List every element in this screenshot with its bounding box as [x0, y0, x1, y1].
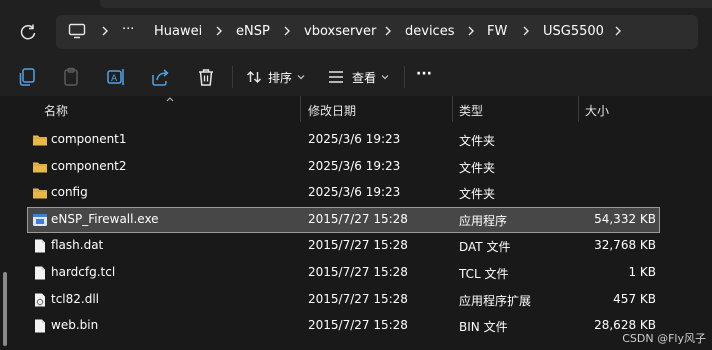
chevron-right-icon: [102, 26, 108, 36]
chevron-right-icon[interactable]: [612, 25, 624, 37]
breadcrumb-ensp[interactable]: eNSP: [236, 24, 270, 39]
column-divider[interactable]: [452, 96, 453, 122]
more-options-button[interactable]: ···: [416, 66, 432, 82]
file-type: TCL 文件: [459, 267, 509, 281]
column-divider[interactable]: [300, 96, 301, 122]
sort-ascending-icon: [166, 97, 174, 102]
file-size: 32,768 KB: [594, 238, 656, 252]
breadcrumb-usg5500[interactable]: USG5500: [543, 24, 604, 39]
view-label: 查看: [352, 71, 377, 85]
sort-button[interactable]: 排序: [244, 58, 308, 96]
chevron-right-icon: [284, 26, 290, 36]
file-date: 2015/7/27 15:28: [308, 238, 408, 252]
file-type: BIN 文件: [459, 320, 508, 334]
file-name: web.bin: [51, 318, 99, 332]
file-size: 457 KB: [613, 292, 656, 306]
file-name: component2: [51, 159, 127, 173]
breadcrumb-vboxserver[interactable]: vboxserver: [304, 24, 376, 39]
file-name: config: [51, 185, 88, 199]
file-date: 2025/3/6 19:23: [308, 159, 401, 173]
exe-icon: [33, 214, 47, 226]
file-type: 应用程序扩展: [459, 294, 532, 308]
file-date: 2015/7/27 15:28: [308, 212, 408, 226]
column-divider[interactable]: [578, 96, 579, 122]
toolbar-divider: [232, 66, 233, 88]
file-size: 54,332 KB: [594, 212, 656, 226]
column-name[interactable]: 名称: [44, 102, 68, 119]
list-item[interactable]: component1 2025/3/6 19:23 文件夹: [28, 128, 659, 152]
chevron-right-icon: [385, 26, 391, 36]
list-item[interactable]: config 2025/3/6 19:23 文件夹: [28, 181, 659, 205]
file-type: 文件夹: [459, 134, 496, 148]
file-date: 2015/7/27 15:28: [308, 292, 408, 306]
watermark: CSDN @Fly风子: [622, 332, 706, 345]
column-date[interactable]: 修改日期: [308, 102, 356, 119]
file-type: 文件夹: [459, 187, 496, 201]
title-area: ··· Huawei eNSP vboxserver devices FW US…: [0, 0, 712, 58]
file-size: 1 KB: [628, 265, 656, 279]
dll-icon: [35, 293, 45, 307]
scrollbar[interactable]: [3, 272, 7, 346]
overflow-crumbs[interactable]: ···: [122, 22, 134, 37]
file-name: hardcfg.tcl: [51, 265, 116, 279]
toolbar-divider: [404, 66, 405, 88]
file-name: tcl82.dll: [51, 292, 100, 306]
paste-icon[interactable]: [60, 66, 82, 88]
title-strip: [100, 0, 712, 8]
svg-text:A: A: [111, 74, 118, 84]
chevron-down-icon: [381, 75, 389, 80]
file-type: 文件夹: [459, 161, 496, 175]
list-item[interactable]: hardcfg.tcl 2015/7/27 15:28 TCL 文件 1 KB: [28, 261, 659, 285]
view-icon: [329, 71, 343, 83]
breadcrumb-devices[interactable]: devices: [405, 24, 454, 39]
chevron-right-icon: [216, 26, 222, 36]
column-type[interactable]: 类型: [459, 102, 483, 119]
chevron-right-icon: [523, 26, 529, 36]
file-type: 应用程序: [459, 214, 508, 228]
file-date: 2015/7/27 15:28: [308, 265, 408, 279]
file-icon: [35, 266, 45, 280]
list-item-selected[interactable]: eNSP_Firewall.exe 2015/7/27 15:28 应用程序 5…: [27, 207, 660, 233]
file-date: 2025/3/6 19:23: [308, 132, 401, 146]
list-item[interactable]: component2 2025/3/6 19:23 文件夹: [28, 155, 659, 179]
copy-icon[interactable]: [16, 66, 38, 88]
file-icon: [35, 319, 45, 333]
list-item[interactable]: web.bin 2015/7/27 15:28 BIN 文件 28,628 KB: [28, 314, 659, 338]
chevron-right-icon: [468, 26, 474, 36]
sort-label: 排序: [268, 71, 293, 85]
monitor-icon[interactable]: [68, 23, 86, 39]
file-name: component1: [51, 132, 127, 146]
file-type: DAT 文件: [459, 240, 511, 254]
file-name: eNSP_Firewall.exe: [51, 212, 159, 226]
folder-icon: [33, 135, 47, 146]
folder-icon: [33, 188, 47, 199]
chevron-down-icon: [297, 75, 305, 80]
breadcrumb-fw[interactable]: FW: [487, 24, 507, 39]
file-icon: [35, 239, 45, 253]
list-item[interactable]: flash.dat 2015/7/27 15:28 DAT 文件 32,768 …: [28, 234, 659, 258]
file-name: flash.dat: [51, 238, 104, 252]
address-bar[interactable]: ··· Huawei eNSP vboxserver devices FW US…: [56, 15, 698, 49]
command-bar: A 排序 查看 ···: [0, 58, 712, 96]
file-date: 2015/7/27 15:28: [308, 318, 408, 332]
rename-icon[interactable]: A: [105, 66, 127, 88]
file-list: 名称 修改日期 类型 大小 component1 2025/3/6 19:23 …: [0, 96, 712, 350]
column-header: 名称 修改日期 类型 大小: [0, 96, 712, 122]
list-item[interactable]: tcl82.dll 2015/7/27 15:28 应用程序扩展 457 KB: [28, 288, 659, 312]
view-button[interactable]: 查看: [326, 58, 390, 96]
share-icon[interactable]: [149, 66, 171, 88]
refresh-icon[interactable]: [18, 22, 38, 42]
sort-icon: [247, 71, 261, 83]
delete-icon[interactable]: [195, 66, 217, 88]
breadcrumb-huawei[interactable]: Huawei: [154, 24, 202, 39]
column-size[interactable]: 大小: [585, 102, 609, 119]
file-date: 2025/3/6 19:23: [308, 185, 401, 199]
folder-icon: [33, 162, 47, 173]
